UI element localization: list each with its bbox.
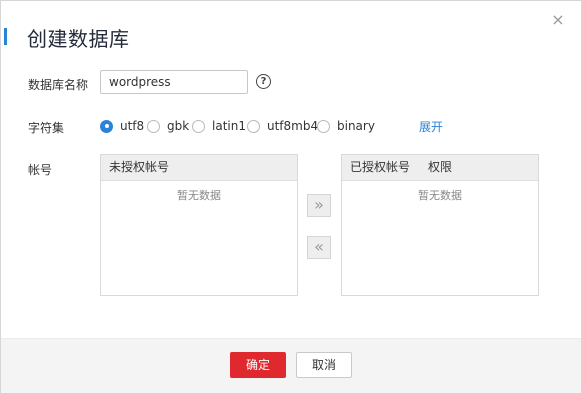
unauthorized-empty-text: 暂无数据 [177,189,221,202]
double-chevron-left-icon: « [314,237,324,256]
charset-option-binary[interactable]: binary [317,118,375,134]
permission-header-label: 权限 [428,160,453,174]
help-circle-icon[interactable]: ? [256,74,271,89]
charset-option-label: utf8 [120,119,145,133]
charset-option-label: utf8mb4 [267,119,319,133]
radio-unchecked-icon [247,119,260,133]
double-chevron-right-icon: » [314,195,324,214]
title-accent-bar [4,28,7,45]
create-database-dialog: 创建数据库 × 数据库名称 ? 字符集 utf8 gbk latin1 utf8… [0,0,582,393]
charset-option-utf8mb4[interactable]: utf8mb4 [247,118,318,134]
db-name-input[interactable] [100,70,248,94]
move-right-button[interactable]: » [307,194,331,217]
confirm-button[interactable]: 确定 [230,352,286,378]
charset-option-label: latin1 [212,119,246,133]
charset-label: 字符集 [28,121,65,135]
charset-option-label: gbk [167,119,190,133]
unauthorized-accounts-header: 未授权帐号 [101,155,297,181]
authorized-accounts-panel: 已授权帐号 权限 暂无数据 [341,154,539,296]
unauthorized-accounts-header-label: 未授权帐号 [109,160,170,174]
authorized-empty-text: 暂无数据 [418,189,462,202]
unauthorized-accounts-panel: 未授权帐号 暂无数据 [100,154,298,296]
close-icon[interactable]: × [550,12,566,28]
move-left-button[interactable]: « [307,236,331,259]
dialog-title: 创建数据库 [27,27,130,51]
expand-link[interactable]: 展开 [419,118,443,135]
radio-unchecked-icon [147,119,160,133]
radio-checked-icon [100,119,113,133]
radio-unchecked-icon [192,119,205,133]
authorized-accounts-header-label: 已授权帐号 [350,160,411,174]
charset-option-label: binary [337,119,375,133]
cancel-button[interactable]: 取消 [296,352,352,378]
charset-option-utf8[interactable]: utf8 [100,118,144,134]
authorized-accounts-header: 已授权帐号 权限 [342,155,538,181]
db-name-label: 数据库名称 [28,78,89,92]
charset-option-latin1[interactable]: latin1 [192,118,246,134]
dialog-footer [1,338,581,393]
charset-option-gbk[interactable]: gbk [147,118,189,134]
account-label: 帐号 [28,163,53,177]
radio-unchecked-icon [317,119,330,133]
